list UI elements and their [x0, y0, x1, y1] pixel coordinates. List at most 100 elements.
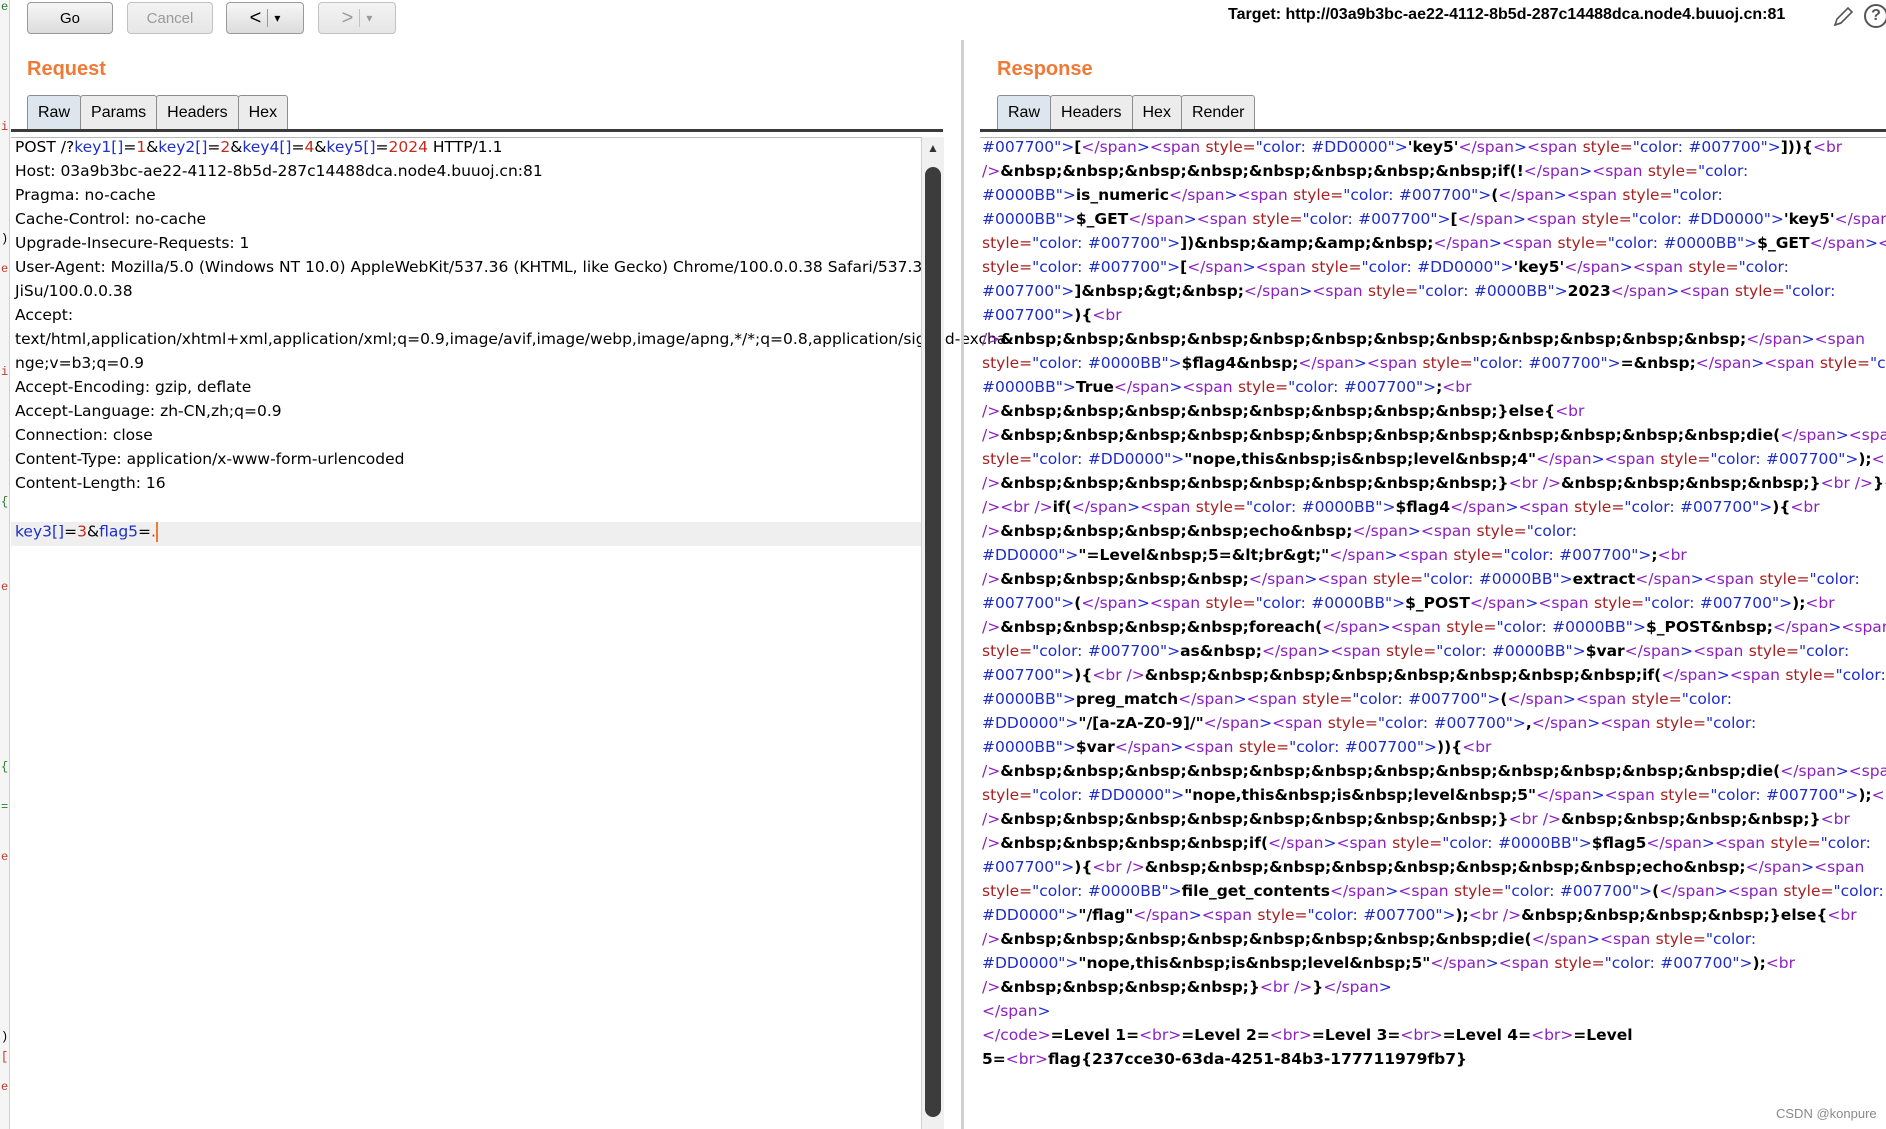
response-line: style="color: #DD0000">"nope,this&nbsp;i… — [982, 786, 1886, 804]
response-line: #007700">]&nbsp;&gt;&nbsp;</span><span s… — [982, 282, 1836, 300]
edge-glyph: e — [1, 262, 9, 276]
request-tab-hex[interactable]: Hex — [237, 95, 289, 129]
chevron-down-icon[interactable]: ▾ — [274, 11, 280, 25]
response-line: </span></span> — [982, 1002, 1051, 1020]
response-line: />&nbsp;&nbsp;&nbsp;&nbsp;echo&nbsp;</sp… — [982, 522, 1577, 540]
edge-glyph: ) — [1, 1030, 9, 1044]
watermark: CSDN @konpure — [1776, 1106, 1877, 1121]
response-line: #0000BB">is_numeric</span><span style="c… — [982, 186, 1723, 204]
request-header-line: Accept: — [15, 306, 74, 324]
response-line: #DD0000">"/[a-zA-Z0-9]/"</span><span sty… — [982, 714, 1757, 732]
request-protocol: HTTP/1.1 — [427, 138, 503, 156]
response-tab-render[interactable]: Render — [1180, 95, 1256, 129]
query-param-value: 2 — [220, 138, 231, 156]
edge-glyph: { — [1, 495, 9, 509]
response-editor[interactable]: #007700">[</span><span style="color: #DD… — [980, 137, 1886, 1129]
param-equals: = — [64, 522, 78, 541]
response-line: /><br />if(</span><span style="color: #0… — [982, 498, 1820, 516]
response-line: />&nbsp;&nbsp;&nbsp;&nbsp;&nbsp;&nbsp;&n… — [982, 330, 1865, 348]
response-line: />&nbsp;&nbsp;&nbsp;&nbsp;if(</span><spa… — [982, 834, 1871, 852]
request-header-line: text/html,application/xhtml+xml,applicat… — [15, 330, 1007, 348]
response-line: #007700">){<br />&nbsp;&nbsp;&nbsp;&nbsp… — [982, 666, 1886, 684]
back-arrow-icon: < — [249, 6, 262, 29]
edge-glyph: e — [1, 0, 9, 14]
response-line: 5=<br>flag{237cce30-63da-4251-84b3-17771… — [982, 1050, 1468, 1068]
response-line: #007700">){<br#007700">){<br — [982, 306, 1122, 324]
request-header-line: JiSu/100.0.0.38 — [15, 282, 133, 300]
response-line: #007700">(</span><span style="color: #00… — [982, 594, 1835, 612]
request-header-line: Pragma: no-cache — [15, 186, 156, 204]
response-line: #0000BB">preg_match</span><span style="c… — [982, 690, 1732, 708]
response-line: />&nbsp;&nbsp;&nbsp;&nbsp;foreach(</span… — [982, 618, 1886, 636]
param-equals: = — [375, 138, 389, 156]
request-method: POST /? — [15, 138, 75, 156]
query-param-name: key1[] — [74, 138, 124, 156]
request-header-line: Accept-Language: zh-CN,zh;q=0.9 — [15, 402, 282, 420]
edge-glyph: ) — [1, 232, 9, 246]
request-header-line: Upgrade-Insecure-Requests: 1 — [15, 234, 250, 252]
response-tab-hex[interactable]: Hex — [1131, 95, 1182, 129]
request-scrollbar[interactable]: ▲ — [921, 137, 944, 1129]
request-title: Request — [27, 58, 106, 80]
back-button[interactable]: < ▾ — [226, 2, 304, 34]
response-line: />&nbsp;&nbsp;&nbsp;&nbsp;&nbsp;&nbsp;&n… — [982, 474, 1886, 492]
request-tab-headers[interactable]: Headers — [156, 95, 239, 129]
response-line: style="color: #0000BB">file_get_contents… — [982, 882, 1884, 900]
response-line: />&nbsp;&nbsp;&nbsp;&nbsp;&nbsp;&nbsp;&n… — [982, 426, 1886, 444]
edge-glyph: i — [1, 365, 9, 379]
request-header-line: Content-Length: 16 — [15, 474, 166, 492]
request-editor[interactable]: POST /?key1[]=1&key2[]=2&key4[]=4&key5[]… — [11, 137, 1007, 1129]
response-tab-headers[interactable]: Headers — [1050, 95, 1133, 129]
request-header-line: User-Agent: Mozilla/5.0 (Windows NT 10.0… — [15, 258, 933, 276]
response-line: style="color: #DD0000">"nope,this&nbsp;i… — [982, 450, 1886, 468]
param-equals: = — [291, 138, 305, 156]
query-param-value: 1 — [136, 138, 147, 156]
separator — [267, 9, 269, 27]
go-button[interactable]: Go — [27, 2, 113, 34]
response-line: />&nbsp;&nbsp;&nbsp;&nbsp;</span><span s… — [982, 570, 1860, 588]
query-param-value: 2024 — [388, 138, 428, 156]
request-line: POST /?key1[]=1&key2[]=2&key4[]=4&key5[]… — [11, 138, 921, 162]
request-tab-raw[interactable]: Raw — [27, 95, 82, 129]
go-label: Go — [59, 9, 80, 27]
request-tab-underline — [11, 129, 943, 132]
scrollbar-thumb[interactable] — [925, 167, 941, 1117]
edge-glyph: [ — [1, 1050, 9, 1064]
request-body-line[interactable]: key3[]=3&flag5=. — [11, 522, 921, 546]
param-separator: & — [230, 138, 243, 156]
edit-pencil-icon[interactable] — [1830, 4, 1856, 30]
param-separator: & — [86, 522, 100, 541]
edge-glyph: i — [1, 120, 9, 134]
response-line: #007700">){<br />&nbsp;&nbsp;&nbsp;&nbsp… — [982, 858, 1865, 876]
request-header-line: Content-Type: application/x-www-form-url… — [15, 450, 405, 468]
response-line: </code>=Level 1=<br>=Level 2=<br>=Level … — [982, 1026, 1633, 1044]
chevron-down-icon[interactable]: ▾ — [366, 11, 372, 25]
scroll-up-icon[interactable]: ▲ — [927, 141, 939, 155]
request-tab-params[interactable]: Params — [80, 95, 158, 129]
query-param-value: 4 — [304, 138, 315, 156]
target-url: Target: http://03a9b3bc-ae22-4112-8b5d-2… — [1228, 6, 1786, 23]
response-line: #0000BB">True</span><span style="color: … — [982, 378, 1472, 396]
response-line: style="color: #007700">[</span><span sty… — [982, 258, 1789, 276]
request-header-line: Cache-Control: no-cache — [15, 210, 207, 228]
param-equals: = — [123, 138, 137, 156]
query-param-name: key4[] — [242, 138, 292, 156]
cancel-label: Cancel — [146, 9, 194, 27]
response-tab-raw[interactable]: Raw — [997, 95, 1052, 129]
body-param-name: key3[] — [15, 522, 65, 541]
response-line: #0000BB">$var</span><span style="color: … — [982, 738, 1492, 756]
request-tabs: Raw Params Headers Hex — [27, 95, 289, 129]
query-param-name: key5[] — [326, 138, 376, 156]
edge-glyph: = — [1, 800, 9, 814]
cancel-button[interactable]: Cancel — [127, 2, 213, 34]
forward-button[interactable]: > ▾ — [318, 2, 396, 34]
edge-glyph: e — [1, 850, 9, 864]
help-icon[interactable]: ? — [1864, 4, 1886, 28]
body-param-name: flag5 — [99, 522, 139, 541]
edge-glyph: { — [1, 760, 9, 774]
param-separator: & — [146, 138, 159, 156]
param-separator: & — [314, 138, 327, 156]
pane-divider[interactable] — [961, 40, 964, 1129]
response-line: />&nbsp;&nbsp;&nbsp;&nbsp;&nbsp;&nbsp;&n… — [982, 162, 1749, 180]
request-header-line: nge;v=b3;q=0.9 — [15, 354, 144, 372]
